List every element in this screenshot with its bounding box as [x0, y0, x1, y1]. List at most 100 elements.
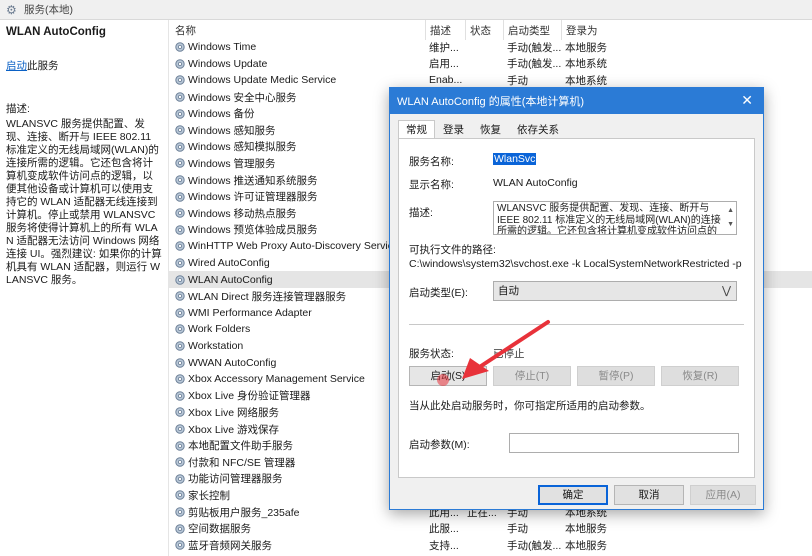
stop-button[interactable]: 停止(T)	[493, 366, 571, 386]
executable-path-label: 可执行文件的路径:	[409, 244, 496, 256]
resume-button[interactable]: 恢复(R)	[661, 366, 739, 386]
service-logon-cell: 本地系统	[565, 58, 607, 71]
service-gear-icon	[174, 373, 186, 385]
service-gear-icon	[174, 257, 186, 269]
service-gear-icon	[174, 406, 186, 418]
start-params-input[interactable]	[509, 433, 739, 453]
display-name-value: WLAN AutoConfig	[493, 177, 578, 189]
tab-dependencies[interactable]: 依存关系	[509, 120, 567, 139]
service-name-cell: Windows Update	[188, 57, 268, 70]
start-button[interactable]: 启动(S)	[409, 366, 487, 386]
dialog-description-box[interactable]: WLANSVC 服务提供配置、发现、连接、断开与 IEEE 802.11 标准定…	[493, 201, 737, 235]
service-gear-icon	[174, 456, 186, 468]
start-service-row: 启动此服务	[6, 58, 162, 73]
column-header-logon-as[interactable]: 登录为	[561, 20, 621, 40]
service-stype-cell: 手动(触发...	[507, 58, 562, 71]
service-title: WLAN AutoConfig	[6, 26, 106, 38]
column-header-description[interactable]: 描述	[425, 20, 465, 40]
service-description-pane: WLAN AutoConfig 启动此服务 描述: WLANSVC 服务提供配置…	[0, 20, 168, 556]
dialog-titlebar: WLAN AutoConfig 的属性(本地计算机) ✕	[390, 88, 763, 114]
service-gear-icon	[174, 523, 186, 535]
service-gear-icon	[174, 290, 186, 302]
start-service-suffix: 此服务	[27, 60, 59, 72]
service-gear-icon	[174, 323, 186, 335]
console-title: 服务(本地)	[24, 4, 73, 16]
divider	[409, 324, 744, 325]
service-row[interactable]: 蓝牙音频网关服务 支持... 手动(触发... 本地服务	[169, 537, 812, 554]
pause-button[interactable]: 暂停(P)	[577, 366, 655, 386]
service-gear-icon	[174, 41, 186, 53]
tab-general[interactable]: 常规	[398, 120, 435, 139]
start-params-hint: 当从此处启动服务时，你可指定所适用的启动参数。	[409, 400, 651, 412]
column-header-startup-type[interactable]: 启动类型	[503, 20, 561, 40]
dialog-tabs: 常规 登录 恢复 依存关系	[398, 120, 567, 139]
service-logon-cell: 本地服务	[565, 41, 607, 54]
tab-recovery[interactable]: 恢复	[472, 120, 509, 139]
service-gear-icon	[174, 124, 186, 136]
scroll-arrows-icon[interactable]: ▲ ▼	[727, 204, 734, 232]
description-text: WLANSVC 服务提供配置、发现、连接、断开与 IEEE 802.11 标准定…	[6, 118, 162, 286]
service-stype-cell: 手动(触发...	[507, 539, 562, 552]
chevron-down-icon: ⋁	[721, 285, 731, 297]
service-gear-icon	[174, 141, 186, 153]
column-header-status[interactable]: 状态	[465, 20, 505, 40]
service-gear-icon	[174, 224, 186, 236]
service-desc-cell: 此服...	[429, 523, 459, 536]
service-gear-icon	[174, 74, 186, 86]
service-status-label: 服务状态:	[409, 348, 454, 360]
service-gear-icon	[174, 506, 186, 518]
service-desc-cell: Enab...	[429, 74, 463, 87]
service-status-value: 已停止	[493, 348, 525, 360]
service-gear-icon	[174, 108, 186, 120]
service-name-cell: Windows Update Medic Service	[188, 74, 337, 87]
service-row[interactable]: Windows Update 启用... 手动(触发... 本地系统	[169, 56, 812, 73]
service-gear-icon	[174, 207, 186, 219]
service-gear-icon	[174, 390, 186, 402]
dialog-title: WLAN AutoConfig 的属性(本地计算机)	[397, 96, 585, 108]
service-gear-icon	[174, 157, 186, 169]
service-name-cell: 空间数据服务	[188, 523, 251, 536]
service-stype-cell: 手动(触发...	[507, 41, 562, 54]
dialog-description-text: WLANSVC 服务提供配置、发现、连接、断开与 IEEE 802.11 标准定…	[497, 203, 721, 235]
service-gear-icon	[174, 440, 186, 452]
startup-type-label: 启动类型(E):	[409, 287, 468, 299]
cancel-button[interactable]: 取消	[614, 485, 684, 505]
startup-type-value: 自动	[498, 285, 519, 297]
close-icon[interactable]: ✕	[741, 93, 753, 107]
service-stype-cell: 手动	[507, 74, 528, 87]
service-gear-icon	[174, 489, 186, 501]
apply-button[interactable]: 应用(A)	[690, 485, 756, 505]
properties-dialog: WLAN AutoConfig 的属性(本地计算机) ✕ 常规 登录 恢复 依存…	[389, 87, 764, 510]
gear-icon: ⚙	[6, 2, 17, 17]
service-gear-icon	[174, 58, 186, 70]
service-row[interactable]: Windows Time 维护... 手动(触发... 本地服务	[169, 39, 812, 56]
ok-button[interactable]: 确定	[538, 485, 608, 505]
service-gear-icon	[174, 307, 186, 319]
console-header: ⚙ 服务(本地)	[0, 0, 812, 20]
start-service-link[interactable]: 启动	[6, 60, 27, 72]
general-tab-panel: 服务名称: WlanSvc 显示名称: WLAN AutoConfig 描述: …	[398, 138, 755, 478]
column-header-name[interactable]: 名称	[175, 20, 425, 40]
service-gear-icon	[174, 539, 186, 551]
executable-path-value: C:\windows\system32\svchost.exe -k Local…	[409, 258, 742, 270]
service-name-value[interactable]: WlanSvc	[493, 153, 537, 165]
service-gear-icon	[174, 240, 186, 252]
service-name-label: 服务名称:	[409, 156, 454, 168]
startup-type-select[interactable]: 自动 ⋁	[493, 281, 737, 301]
service-desc-cell: 启用...	[429, 58, 459, 71]
dialog-description-label: 描述:	[409, 207, 433, 219]
service-gear-icon	[174, 91, 186, 103]
service-name-cell: 蓝牙音频网关服务	[188, 539, 272, 552]
service-desc-cell: 支持...	[429, 539, 459, 552]
service-gear-icon	[174, 174, 186, 186]
service-name-cell: Windows Time	[188, 41, 257, 54]
service-gear-icon	[174, 473, 186, 485]
description-label: 描述:	[6, 103, 30, 115]
tab-logon[interactable]: 登录	[435, 120, 472, 139]
display-name-label: 显示名称:	[409, 179, 454, 191]
service-desc-cell: 维护...	[429, 41, 459, 54]
service-gear-icon	[174, 340, 186, 352]
service-logon-cell: 本地服务	[565, 523, 607, 536]
service-row[interactable]: 空间数据服务 此服... 手动 本地服务	[169, 520, 812, 537]
service-logon-cell: 本地系统	[565, 74, 607, 87]
